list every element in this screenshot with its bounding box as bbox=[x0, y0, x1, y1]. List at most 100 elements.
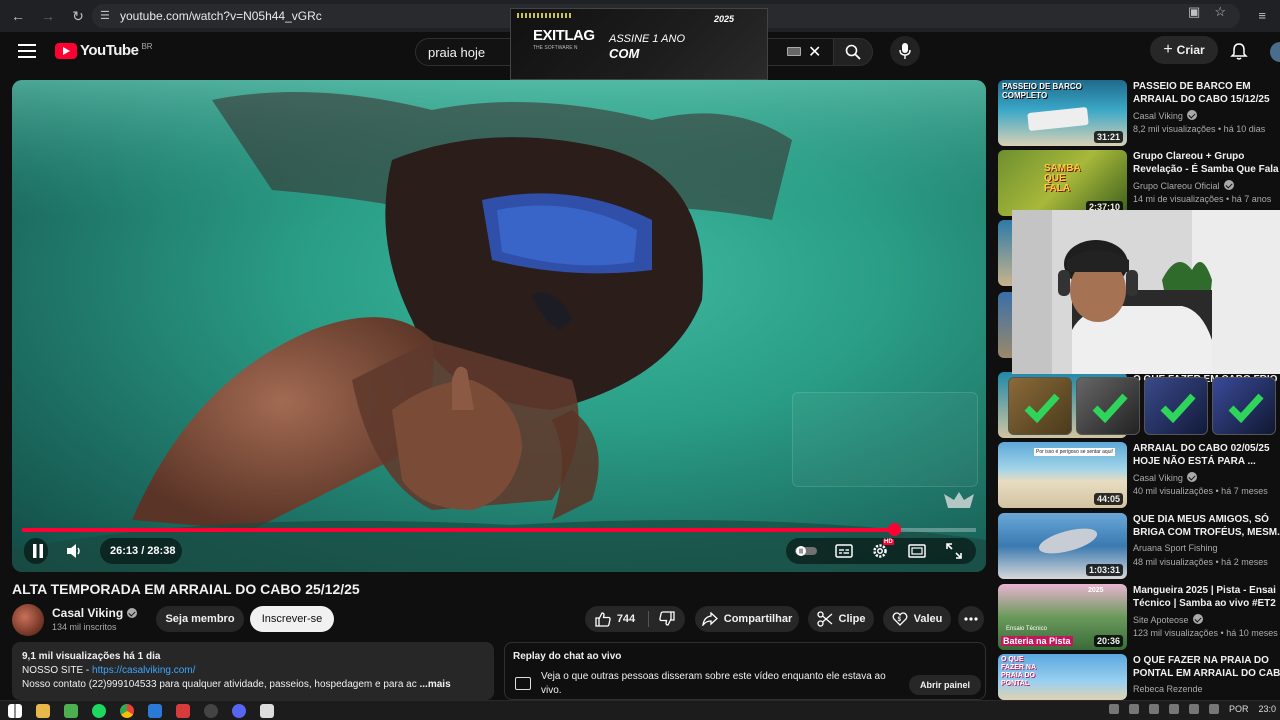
chat-bubble-icon bbox=[515, 677, 531, 690]
back-icon[interactable]: ← bbox=[6, 4, 30, 28]
recommendation-thumbnail[interactable]: 2025 Ensaio Técnico Bateria na Pista 20:… bbox=[998, 584, 1127, 650]
hd-badge: HD bbox=[883, 539, 894, 545]
reload-icon[interactable]: ↻ bbox=[66, 4, 90, 28]
store-icon[interactable] bbox=[64, 703, 78, 718]
app-white-icon[interactable] bbox=[260, 703, 274, 718]
guide-menu-icon[interactable] bbox=[18, 44, 36, 58]
tray-icon[interactable] bbox=[1208, 704, 1219, 714]
clock[interactable]: 23:0 bbox=[1258, 704, 1276, 714]
youtube-play-icon bbox=[55, 42, 77, 59]
recommendation-title[interactable]: O QUE FAZER NA PRAIA DO PONTAL EM ARRAIAL… bbox=[1133, 654, 1280, 680]
share-icon bbox=[701, 612, 718, 626]
thumbnail-subcaption: Ensaio Técnico bbox=[1006, 626, 1047, 632]
like-button[interactable]: 744 bbox=[585, 606, 645, 632]
channel-watermark-icon bbox=[944, 492, 974, 508]
more-link[interactable]: ...mais bbox=[420, 679, 451, 690]
ad-stripes bbox=[517, 13, 571, 18]
tray-icon[interactable] bbox=[1188, 704, 1199, 714]
theater-mode-button[interactable] bbox=[905, 541, 929, 561]
notifications-bell-icon[interactable] bbox=[1229, 42, 1249, 62]
recommendation-channel[interactable]: Site Apoteose bbox=[1133, 614, 1203, 625]
ad-line1: ASSINE 1 ANO bbox=[609, 33, 686, 45]
obs-icon[interactable] bbox=[204, 703, 218, 718]
recommendation-item[interactable]: Por isso é perigoso se sentar aqui! 44:0… bbox=[998, 442, 1280, 508]
captions-button[interactable] bbox=[832, 541, 856, 561]
recommendation-thumbnail[interactable]: 1:03:31 bbox=[998, 513, 1127, 579]
recommendation-title[interactable]: PASSEIO DE BARCO EM ARRAIAL DO CABO 15/12… bbox=[1133, 80, 1280, 106]
app-blue-icon[interactable] bbox=[148, 703, 162, 718]
recommendation-channel[interactable]: Casal Viking bbox=[1133, 110, 1197, 121]
clear-search-icon[interactable]: ✕ bbox=[808, 42, 821, 62]
video-title: ALTA TEMPORADA EM ARRAIAL DO CABO 25/12/… bbox=[12, 581, 360, 597]
youtube-logo[interactable]: YouTube BR bbox=[55, 42, 153, 59]
ad-line2: COM bbox=[609, 46, 640, 61]
dislike-button[interactable] bbox=[652, 606, 682, 632]
thanks-button[interactable]: $ Valeu bbox=[883, 606, 951, 632]
exitlag-ad-overlay[interactable]: EXITLAG THE SOFTWARE N ASSINE 1 ANO COM … bbox=[510, 8, 768, 80]
tray-icon[interactable] bbox=[1168, 704, 1179, 714]
mute-button[interactable] bbox=[64, 541, 86, 561]
recommendation-thumbnail[interactable]: PASSEIO DE BARCO COMPLETO 31:21 bbox=[998, 80, 1127, 146]
create-button[interactable]: + Criar bbox=[1150, 36, 1218, 64]
more-actions-button[interactable] bbox=[958, 606, 984, 632]
pause-button[interactable] bbox=[28, 541, 48, 561]
join-button[interactable]: Seja membro bbox=[156, 606, 244, 632]
autoplay-toggle[interactable] bbox=[794, 541, 818, 561]
recommendation-title[interactable]: Mangueira 2025 | Pista - Ensai Técnico | … bbox=[1133, 584, 1280, 610]
recommendation-title[interactable]: Grupo Clareou + Grupo Revelação - É Samba… bbox=[1133, 150, 1280, 176]
recommendation-channel[interactable]: Aruana Sport Fishing bbox=[1133, 543, 1218, 553]
share-button[interactable]: Compartilhar bbox=[695, 606, 799, 632]
progress-bar[interactable] bbox=[22, 523, 976, 536]
app-red-icon[interactable] bbox=[176, 703, 190, 718]
chrome-icon[interactable] bbox=[120, 703, 134, 718]
recommendation-item[interactable]: SAMBA QUE FALA 2:37:10 Grupo Clareou + G… bbox=[998, 150, 1280, 216]
forward-icon[interactable]: → bbox=[36, 4, 60, 28]
tray-icon[interactable] bbox=[1148, 704, 1159, 714]
file-explorer-icon[interactable] bbox=[36, 703, 50, 718]
reading-list-icon[interactable]: ≡ bbox=[1258, 8, 1266, 23]
settings-button[interactable]: HD bbox=[868, 539, 894, 561]
recommendation-item[interactable]: O QUE FAZER NA PRAIA DO PONTAL O QUE FAZ… bbox=[998, 654, 1280, 700]
recommendation-channel[interactable]: Rebeca Rezende bbox=[1133, 684, 1203, 694]
install-icon[interactable]: ▣ bbox=[1188, 4, 1200, 20]
windows-start-icon[interactable] bbox=[8, 703, 22, 718]
recommendation-channel[interactable]: Casal Viking bbox=[1133, 472, 1197, 483]
channel-text: Grupo Clareou Oficial bbox=[1133, 181, 1220, 191]
discord-icon[interactable] bbox=[232, 703, 246, 718]
scrubber-handle[interactable] bbox=[887, 523, 901, 536]
title-line-1: Grupo Clareou + Grupo bbox=[1133, 151, 1245, 162]
video-player[interactable]: 26:13 / 28:38 HD bbox=[12, 80, 986, 572]
subscribe-button[interactable]: Inscrever-se bbox=[250, 606, 334, 632]
chat-replay-body: Veja o que outras pessoas disseram sobre… bbox=[541, 671, 886, 696]
recommendation-thumbnail[interactable]: SAMBA QUE FALA 2:37:10 bbox=[998, 150, 1127, 216]
language-indicator[interactable]: POR bbox=[1229, 704, 1249, 714]
description-box[interactable]: 9,1 mil visualizações há 1 dia NOSSO SIT… bbox=[12, 642, 494, 700]
bookmark-star-icon[interactable]: ☆ bbox=[1214, 4, 1226, 20]
recommendation-item[interactable]: 1:03:31 QUE DIA MEUS AMIGOS, SÓ BRIGA COM… bbox=[998, 513, 1280, 579]
spotify-icon[interactable] bbox=[92, 703, 106, 718]
recommendation-channel[interactable]: Grupo Clareou Oficial bbox=[1133, 180, 1234, 191]
fullscreen-button[interactable] bbox=[942, 541, 966, 561]
recommendation-title[interactable]: ARRAIAL DO CABO 02/05/25 HOJE NÃO ESTÁ PA… bbox=[1133, 442, 1280, 468]
search-button[interactable] bbox=[833, 38, 873, 66]
recommendation-item[interactable]: 2025 Ensaio Técnico Bateria na Pista 20:… bbox=[998, 584, 1280, 650]
autoplay-icon bbox=[795, 546, 817, 556]
recommendation-thumbnail[interactable]: O QUE FAZER NA PRAIA DO PONTAL bbox=[998, 654, 1127, 700]
account-avatar[interactable] bbox=[1270, 42, 1280, 62]
video-frame bbox=[12, 80, 986, 572]
contact-text: Nosso contato (22)999104533 para qualque… bbox=[22, 679, 417, 690]
site-info-icon[interactable]: ☰ bbox=[100, 9, 114, 23]
site-link[interactable]: https://casalviking.com/ bbox=[92, 665, 195, 676]
voice-search-button[interactable] bbox=[890, 36, 920, 66]
tray-icon[interactable] bbox=[1108, 704, 1119, 714]
channel-name[interactable]: Casal Viking bbox=[52, 606, 138, 620]
recommendation-thumbnail[interactable]: Por isso é perigoso se sentar aqui! 44:0… bbox=[998, 442, 1127, 508]
tray-icon[interactable] bbox=[1128, 704, 1139, 714]
keyboard-icon[interactable] bbox=[787, 47, 801, 56]
channel-avatar[interactable] bbox=[12, 604, 44, 636]
channel-text: Casal Viking bbox=[1133, 111, 1183, 121]
clip-button[interactable]: Clipe bbox=[808, 606, 874, 632]
recommendation-item[interactable]: PASSEIO DE BARCO COMPLETO 31:21 PASSEIO … bbox=[998, 80, 1280, 146]
open-panel-button[interactable]: Abrir painel bbox=[909, 675, 981, 695]
recommendation-title[interactable]: QUE DIA MEUS AMIGOS, SÓ BRIGA COM TROFÉUS… bbox=[1133, 513, 1280, 539]
